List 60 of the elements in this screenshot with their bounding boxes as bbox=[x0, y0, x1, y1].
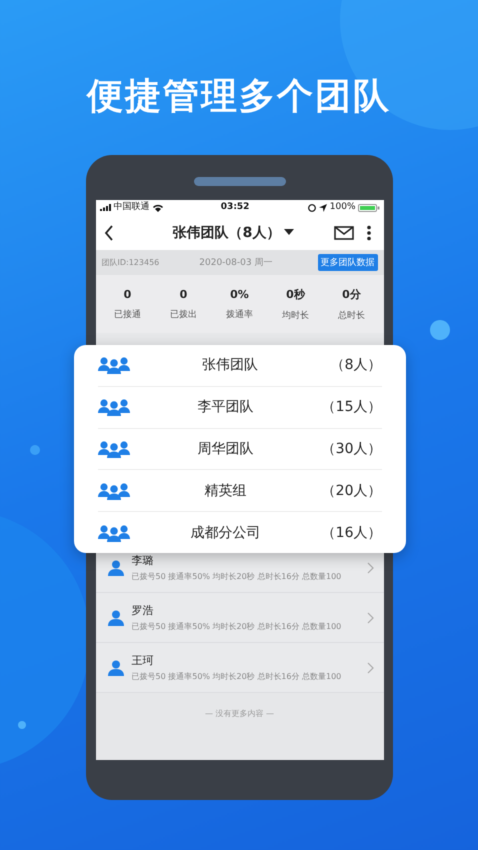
team-name: 周华团队 bbox=[196, 440, 255, 458]
team-name: 精英组 bbox=[204, 482, 248, 500]
group-icon bbox=[98, 440, 130, 458]
stat-value: 0 bbox=[180, 288, 188, 300]
person-icon bbox=[108, 610, 124, 626]
team-menu-item[interactable]: 周华团队 （30人） bbox=[98, 428, 382, 470]
member-name: 李璐 bbox=[132, 553, 154, 568]
mail-icon[interactable] bbox=[334, 226, 354, 240]
team-name: 张伟团队 bbox=[201, 356, 260, 374]
person-icon bbox=[108, 560, 124, 576]
team-menu-item[interactable]: 精英组 （20人） bbox=[98, 470, 382, 512]
dropdown-icon[interactable] bbox=[284, 229, 294, 236]
member-name: 王珂 bbox=[132, 653, 154, 668]
stat-label: 已拨出 bbox=[170, 308, 197, 320]
team-name: 成都分公司 bbox=[190, 524, 262, 542]
team-menu-item[interactable]: 张伟团队 （8人） bbox=[98, 345, 382, 387]
battery-percent: 100% bbox=[330, 202, 356, 213]
chevron-right-icon bbox=[366, 662, 374, 674]
team-title[interactable]: 张伟团队（8人） bbox=[172, 224, 280, 242]
group-icon bbox=[98, 482, 130, 500]
team-count: （8人） bbox=[330, 356, 382, 374]
more-data-button[interactable]: 更多团队数据 bbox=[318, 254, 378, 271]
chevron-right-icon bbox=[366, 612, 374, 624]
back-icon[interactable] bbox=[104, 224, 114, 240]
stat-label: 已接通 bbox=[114, 308, 141, 320]
stat-label: 均时长 bbox=[282, 310, 309, 322]
member-detail: 已拨号50 接通率50% 均时长20秒 总时长16分 总数量100 bbox=[132, 621, 342, 632]
headline: 便捷管理多个团队 bbox=[87, 75, 391, 119]
member-detail: 已拨号50 接通率50% 均时长20秒 总时长16分 总数量100 bbox=[132, 671, 342, 682]
team-count: （16人） bbox=[322, 524, 382, 542]
member-name: 罗浩 bbox=[132, 603, 154, 618]
background-dot bbox=[18, 721, 26, 729]
team-count: （15人） bbox=[322, 398, 382, 416]
group-icon bbox=[98, 356, 130, 374]
group-icon bbox=[98, 398, 130, 416]
team-id: 团队ID:123456 bbox=[102, 257, 160, 268]
chevron-right-icon bbox=[366, 562, 374, 574]
stat-label: 总时长 bbox=[338, 310, 365, 322]
end-of-list-text: — 没有更多内容 — bbox=[204, 709, 274, 718]
team-menu-item[interactable]: 李平团队 （15人） bbox=[98, 386, 382, 429]
stat-label: 拨通率 bbox=[226, 308, 253, 320]
clock-text: 03:52 bbox=[220, 202, 250, 213]
member-detail: 已拨号50 接通率50% 均时长20秒 总时长16分 总数量100 bbox=[132, 571, 342, 582]
location-icon bbox=[318, 204, 327, 212]
stat-value: 0 bbox=[124, 288, 132, 300]
wifi-icon bbox=[152, 204, 162, 212]
background-dot bbox=[30, 445, 40, 455]
carrier-text: 中国联通 bbox=[114, 202, 150, 213]
stat-value: 0% bbox=[230, 288, 249, 300]
signal-icon bbox=[100, 204, 112, 211]
battery-icon bbox=[358, 204, 380, 212]
team-name: 李平团队 bbox=[196, 398, 255, 416]
stat-value: 0分 bbox=[342, 286, 361, 302]
person-icon bbox=[108, 660, 124, 676]
team-count: （30人） bbox=[322, 440, 382, 458]
background-dot bbox=[430, 320, 450, 340]
stat-value: 0秒 bbox=[286, 286, 305, 302]
date-text: 2020-08-03 周一 bbox=[199, 257, 272, 269]
team-count: （20人） bbox=[322, 482, 382, 500]
group-icon bbox=[98, 524, 130, 542]
